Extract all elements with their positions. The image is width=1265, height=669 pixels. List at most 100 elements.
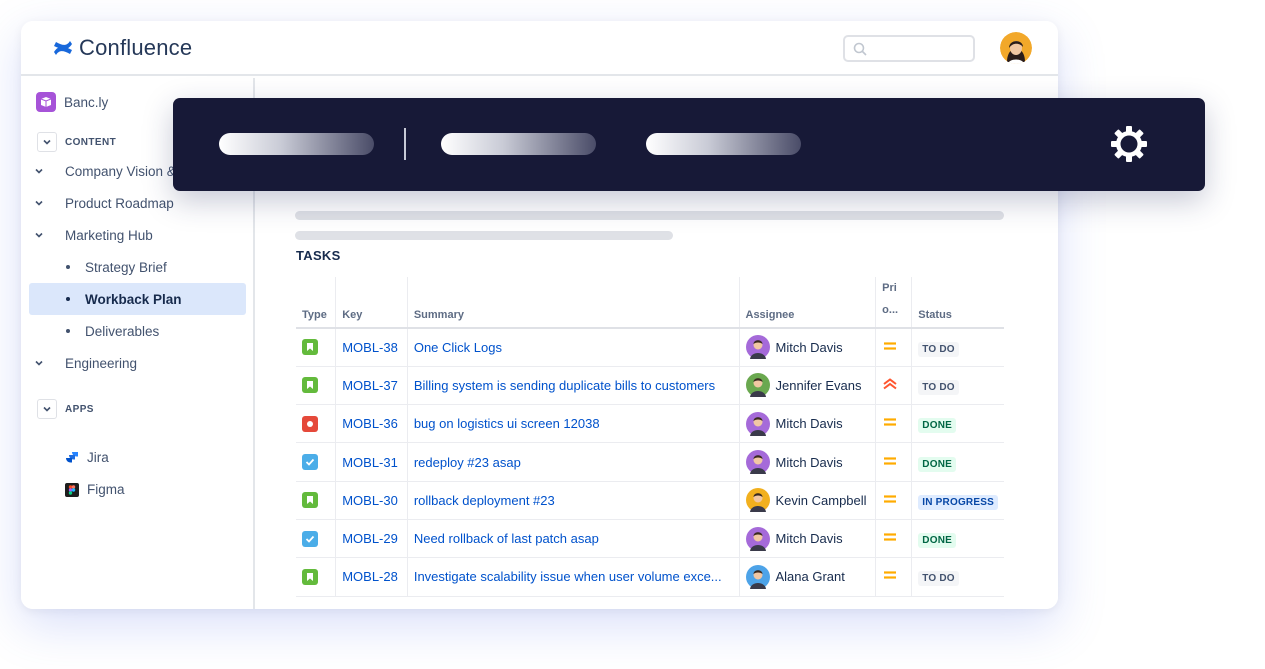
content-section-header[interactable]: CONTENT [37, 132, 116, 152]
assignee-cell[interactable]: Mitch Davis [738, 519, 876, 559]
status-badge[interactable]: IN PROGRESS [918, 494, 998, 510]
status-badge[interactable]: TO DO [918, 341, 959, 357]
summary-cell[interactable]: redeploy #23 asap [406, 442, 739, 482]
status-cell[interactable]: TO DO [911, 328, 1004, 367]
priority-cell [875, 519, 912, 559]
sidebar-item-engineering[interactable]: Engineering [29, 347, 137, 379]
column-header-assignee[interactable]: Assignee [738, 277, 876, 329]
issue-key-link[interactable]: MOBL-28 [342, 569, 398, 584]
assignee-cell[interactable]: Jennifer Evans [738, 366, 876, 406]
sidebar-item-product-roadmap[interactable]: Product Roadmap [29, 187, 174, 219]
table-row[interactable]: MOBL-37 Billing system is sending duplica… [296, 366, 1004, 406]
column-header-status[interactable]: Status [911, 277, 1004, 329]
sidebar-app-jira[interactable]: Jira [65, 450, 109, 465]
sidebar-item-strategy-brief[interactable]: Strategy Brief [29, 251, 167, 283]
status-cell[interactable]: IN PROGRESS [911, 481, 1004, 520]
table-row[interactable]: MOBL-31 redeploy #23 asap Mitch Davis DONE [296, 442, 1004, 482]
chevron-down-icon[interactable] [29, 230, 49, 240]
key-cell[interactable]: MOBL-37 [335, 366, 408, 406]
issue-key-link[interactable]: MOBL-37 [342, 378, 398, 393]
key-cell[interactable]: MOBL-28 [335, 557, 408, 597]
status-badge[interactable]: TO DO [918, 571, 959, 587]
assignee-cell[interactable]: Kevin Campbell [738, 481, 876, 520]
sidebar-item-workback-plan[interactable]: Workback Plan [29, 283, 246, 315]
assignee-cell[interactable]: Mitch Davis [738, 442, 876, 482]
table-row[interactable]: MOBL-30 rollback deployment #23 Kevin Camp… [296, 481, 1004, 520]
placeholder-pill[interactable] [219, 133, 374, 155]
status-badge[interactable]: TO DO [918, 379, 959, 395]
table-row[interactable]: MOBL-38 One Click Logs Mitch Davis TO DO [296, 328, 1004, 367]
status-badge[interactable]: DONE [918, 456, 956, 472]
chevron-down-icon[interactable] [29, 198, 49, 208]
search-input[interactable] [843, 35, 975, 62]
key-cell[interactable]: MOBL-29 [335, 519, 408, 559]
summary-cell[interactable]: Billing system is sending duplicate bill… [406, 366, 739, 406]
status-cell[interactable]: DONE [911, 519, 1004, 559]
issue-summary-link[interactable]: Need rollback of last patch asap [414, 531, 733, 546]
story-icon [302, 377, 318, 394]
issue-summary-link[interactable]: rollback deployment #23 [414, 493, 733, 508]
avatar [745, 564, 770, 589]
priority-medium-icon [882, 456, 898, 471]
avatar [745, 488, 770, 513]
issue-summary-link[interactable]: bug on logistics ui screen 12038 [414, 416, 733, 431]
key-cell[interactable]: MOBL-36 [335, 404, 408, 444]
key-cell[interactable]: MOBL-31 [335, 442, 408, 482]
issue-summary-link[interactable]: redeploy #23 asap [414, 455, 733, 470]
gear-icon[interactable] [1109, 124, 1149, 169]
bullet-icon [66, 297, 70, 301]
status-cell[interactable]: TO DO [911, 366, 1004, 406]
key-cell[interactable]: MOBL-38 [335, 328, 408, 367]
placeholder-pill[interactable] [441, 133, 596, 155]
summary-cell[interactable]: Investigate scalability issue when user … [406, 557, 739, 597]
status-cell[interactable]: DONE [911, 442, 1004, 482]
status-cell[interactable]: TO DO [911, 557, 1004, 597]
column-header-type[interactable]: Type [296, 277, 336, 329]
summary-cell[interactable]: rollback deployment #23 [406, 481, 739, 520]
summary-cell[interactable]: One Click Logs [406, 328, 739, 367]
type-cell [296, 481, 336, 520]
assignee-cell[interactable]: Mitch Davis [738, 328, 876, 367]
chevron-down-icon[interactable] [37, 132, 57, 152]
chevron-down-icon[interactable] [29, 358, 49, 368]
chevron-down-icon[interactable] [29, 166, 49, 176]
priority-medium-icon [882, 494, 898, 509]
issue-key-link[interactable]: MOBL-38 [342, 340, 398, 355]
column-header-summary[interactable]: Summary [406, 277, 739, 329]
assignee-cell[interactable]: Alana Grant [738, 557, 876, 597]
status-badge[interactable]: DONE [918, 533, 956, 549]
apps-section-header[interactable]: APPS [37, 399, 94, 419]
sidebar-item-marketing-hub[interactable]: Marketing Hub [29, 219, 153, 251]
issue-summary-link[interactable]: Billing system is sending duplicate bill… [414, 378, 733, 393]
issue-key-link[interactable]: MOBL-36 [342, 416, 398, 431]
summary-cell[interactable]: bug on logistics ui screen 12038 [406, 404, 739, 444]
table-row[interactable]: MOBL-28 Investigate scalability issue whe… [296, 557, 1004, 597]
tasks-heading: TASKS [296, 248, 341, 263]
space-header[interactable]: Banc.ly [36, 92, 108, 112]
sidebar-item-deliverables[interactable]: Deliverables [29, 315, 159, 347]
column-header-priority[interactable]: Pri o... [875, 277, 912, 329]
confluence-logo-icon [54, 41, 72, 55]
issue-key-link[interactable]: MOBL-31 [342, 455, 398, 470]
confluence-logo[interactable]: Confluence [53, 35, 192, 61]
issue-summary-link[interactable]: Investigate scalability issue when user … [414, 569, 733, 584]
assignee-name: Mitch Davis [775, 531, 843, 547]
column-header-key[interactable]: Key [335, 277, 408, 329]
issue-key-link[interactable]: MOBL-29 [342, 531, 398, 546]
assignee-cell[interactable]: Mitch Davis [738, 404, 876, 444]
status-badge[interactable]: DONE [918, 418, 956, 434]
chevron-down-icon[interactable] [37, 399, 57, 419]
user-avatar[interactable] [1000, 32, 1032, 64]
apps-section-label: APPS [65, 403, 94, 415]
sidebar-app-figma[interactable]: Figma [65, 482, 125, 497]
issue-summary-link[interactable]: One Click Logs [414, 340, 733, 355]
priority-medium-icon [882, 341, 898, 356]
issue-key-link[interactable]: MOBL-30 [342, 493, 398, 508]
assignee-name: Alana Grant [775, 569, 845, 585]
placeholder-pill[interactable] [646, 133, 801, 155]
summary-cell[interactable]: Need rollback of last patch asap [406, 519, 739, 559]
table-row[interactable]: MOBL-29 Need rollback of last patch asap M… [296, 519, 1004, 559]
key-cell[interactable]: MOBL-30 [335, 481, 408, 520]
status-cell[interactable]: DONE [911, 404, 1004, 444]
table-row[interactable]: MOBL-36 bug on logistics ui screen 12038 M… [296, 404, 1004, 444]
